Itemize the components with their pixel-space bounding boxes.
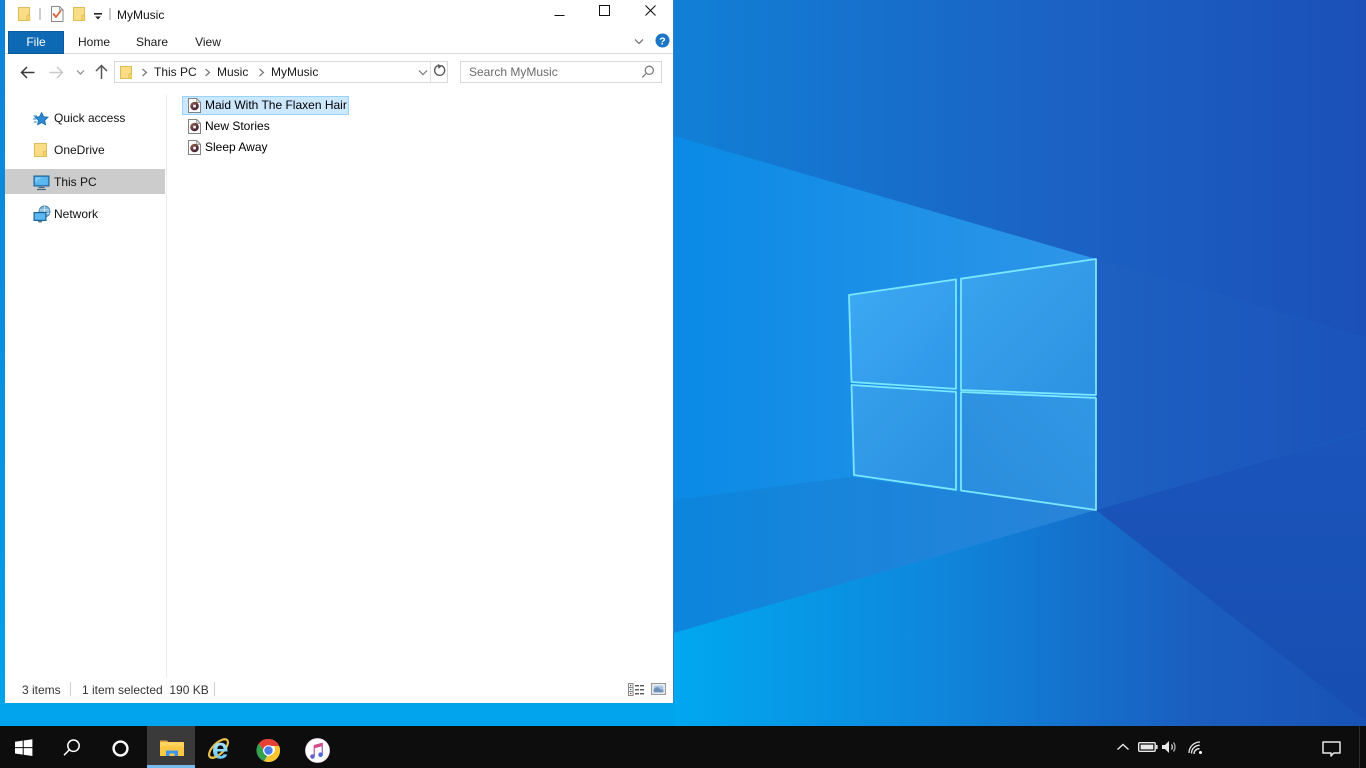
svg-text:?: ? bbox=[659, 35, 665, 47]
